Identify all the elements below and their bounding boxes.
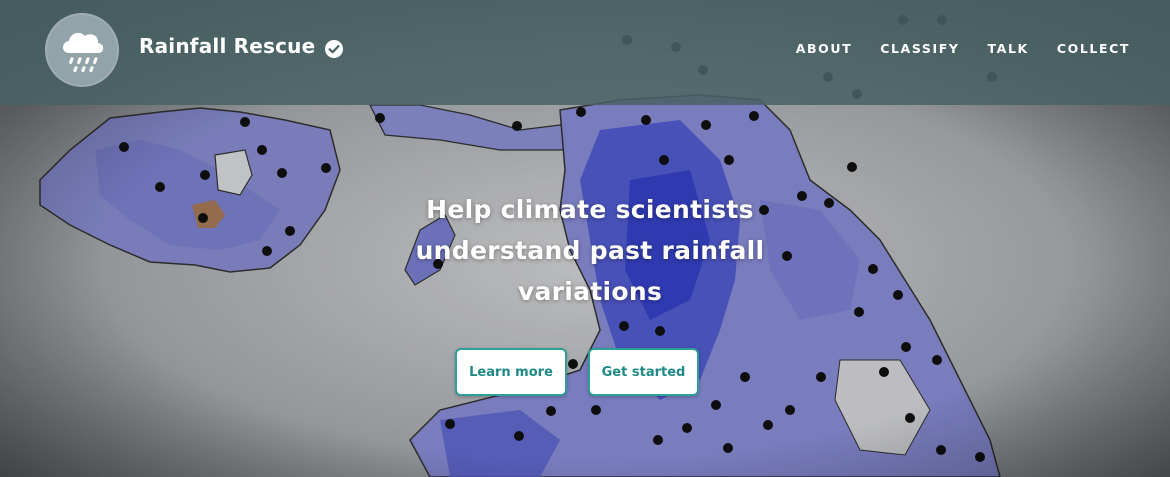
- project-logo[interactable]: [45, 13, 119, 87]
- nav-collect[interactable]: COLLECT: [1057, 41, 1130, 56]
- site-header: Rainfall Rescue ABOUT CLASSIFY TALK COLL…: [0, 0, 1170, 105]
- main-nav: ABOUT CLASSIFY TALK COLLECT: [796, 41, 1130, 56]
- get-started-button[interactable]: Get started: [588, 348, 699, 396]
- site-title[interactable]: Rainfall Rescue: [139, 34, 315, 58]
- verified-check-icon: [325, 40, 343, 58]
- nav-about[interactable]: ABOUT: [796, 41, 853, 56]
- nav-classify[interactable]: CLASSIFY: [880, 41, 959, 56]
- rain-cloud-icon: [63, 32, 104, 73]
- nav-talk[interactable]: TALK: [988, 41, 1029, 56]
- hero-headline: Help climate scientists understand past …: [415, 195, 765, 306]
- learn-more-button[interactable]: Learn more: [455, 348, 567, 396]
